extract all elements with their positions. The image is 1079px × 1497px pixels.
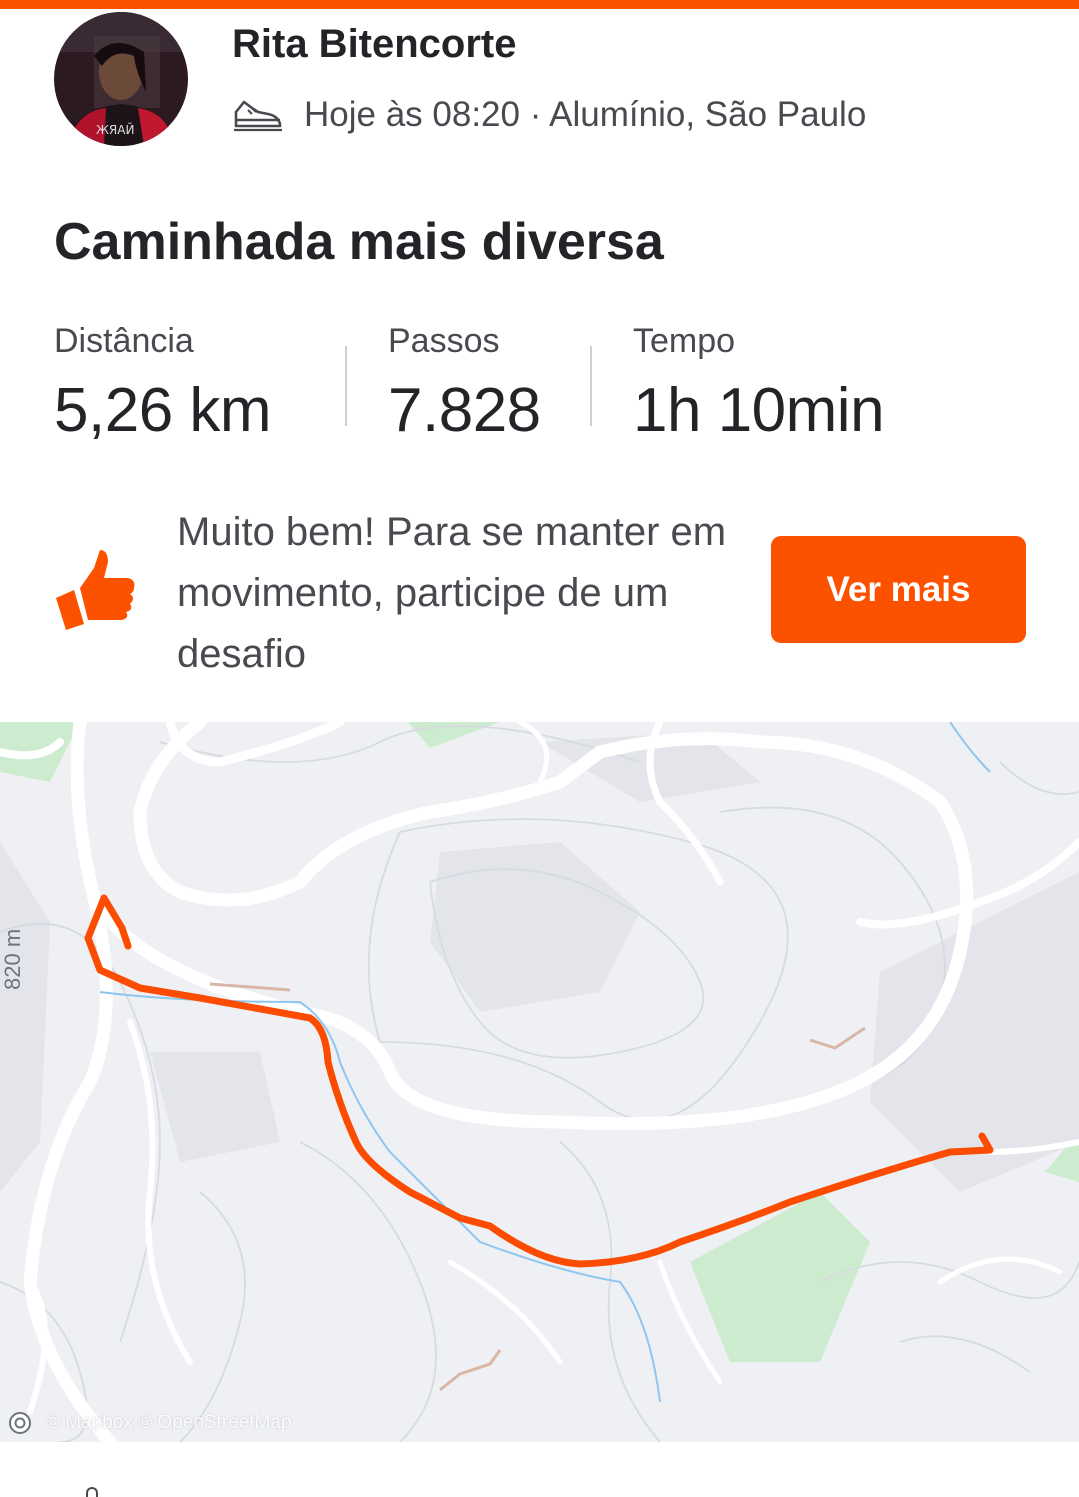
thumbs-up-icon [56, 550, 135, 630]
stat-time-value: 1h 10min [633, 376, 885, 445]
activity-title[interactable]: Caminhada mais diversa [54, 212, 664, 272]
route-map[interactable] [0, 722, 1079, 1442]
stat-steps-value: 7.828 [388, 376, 541, 445]
stat-time: Tempo 1h 10min [633, 322, 885, 446]
athlete-name[interactable]: Rita Bitencorte [232, 22, 517, 67]
stat-steps-label: Passos [388, 322, 500, 360]
see-more-button[interactable]: Ver mais [771, 536, 1026, 643]
svg-text:ЖЯАЙ: ЖЯАЙ [96, 122, 134, 137]
stat-divider [590, 346, 592, 426]
avatar[interactable]: ЖЯАЙ [54, 12, 188, 146]
stat-time-label: Tempo [633, 322, 736, 360]
stat-divider [345, 346, 347, 426]
activity-meta-text: Hoje às 08:20 · Alumínio, São Paulo [304, 95, 867, 134]
shoe-icon [234, 100, 282, 132]
map-attribution[interactable]: © Mapbox © OpenStreetMap [8, 1410, 292, 1436]
action-bar [0, 1442, 1079, 1497]
map-attribution-text[interactable]: © Mapbox © OpenStreetMap [46, 1412, 292, 1434]
action-icon[interactable] [86, 1487, 98, 1497]
elevation-label: 820 m [0, 928, 25, 990]
stat-distance-value: 5,26 km [54, 376, 272, 445]
brand-accent-bar [0, 0, 1079, 9]
stat-distance: Distância 5,26 km [54, 322, 272, 446]
stat-distance-label: Distância [54, 322, 194, 360]
stat-steps: Passos 7.828 [388, 322, 541, 446]
promo-text: Muito bem! Para se manter em movimento, … [177, 510, 727, 676]
mapbox-logo-icon[interactable] [8, 1411, 32, 1435]
activity-meta-row: Hoje às 08:20 · Alumínio, São Paulo [232, 92, 866, 138]
